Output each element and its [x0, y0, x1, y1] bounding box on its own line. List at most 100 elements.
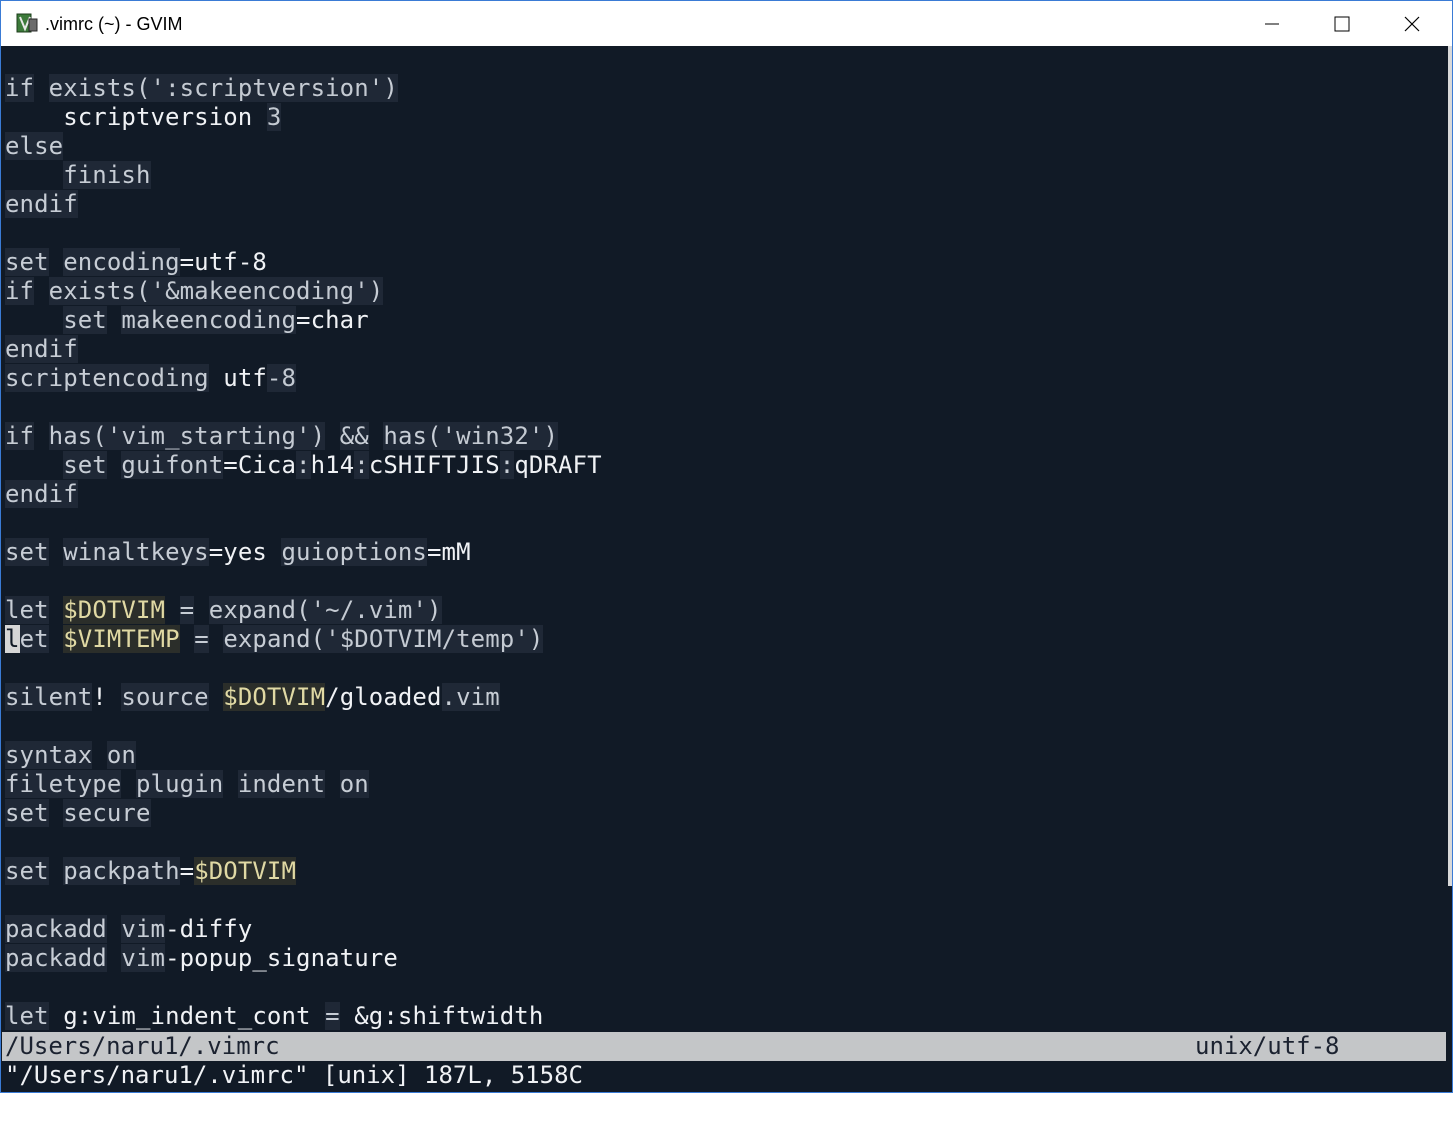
code-token: vim	[121, 944, 166, 972]
code-token: $DOTVIM	[194, 857, 297, 885]
window-title: .vimrc (~) - GVIM	[45, 14, 183, 34]
code-token: guioptions	[281, 538, 427, 566]
code-line[interactable]: set secure	[5, 799, 151, 828]
code-line[interactable]: endif	[5, 190, 78, 219]
code-token: '~/.vim'	[310, 596, 428, 624]
code-token: =utf-8	[179, 248, 267, 276]
code-token: set	[5, 538, 49, 566]
code-token: scriptversion	[63, 103, 253, 131]
code-token: source	[121, 683, 209, 711]
code-line[interactable]: set makeencoding=char	[5, 306, 369, 335]
command-line-message: "/Users/naru1/.vimrc" [unix] 187L, 5158C	[5, 1061, 583, 1089]
code-token: :	[499, 451, 515, 479]
code-token: =yes	[208, 538, 267, 566]
close-button[interactable]	[1377, 1, 1447, 46]
code-token: -popup_signature	[165, 944, 398, 972]
code-line[interactable]: let $DOTVIM = expand('~/.vim')	[5, 596, 442, 625]
code-line[interactable]: endif	[5, 480, 78, 509]
code-token: =Cica	[223, 451, 297, 479]
code-line[interactable]: set packpath=$DOTVIM	[5, 857, 297, 886]
status-file-path: /Users/naru1/.vimrc	[5, 1032, 280, 1060]
code-token: .vim	[441, 683, 500, 711]
code-token: encoding	[63, 248, 180, 276]
code-token: syntax	[5, 741, 93, 769]
code-line[interactable]: set guifont=Cica:h14:cSHIFTJIS:qDRAFT	[5, 451, 602, 480]
code-line[interactable]: let $VIMTEMP = expand('$DOTVIM/temp')	[5, 625, 544, 654]
code-token: :	[296, 451, 311, 479]
code-line[interactable]: silent! source $DOTVIM/gloaded.vim	[5, 683, 500, 712]
code-token: 'vim_starting'	[106, 422, 311, 450]
code-line[interactable]: syntax on	[5, 741, 136, 770]
code-token: on	[106, 741, 136, 769]
code-line[interactable]: endif	[5, 335, 78, 364]
code-token: )	[427, 596, 442, 624]
scrollbar-thumb[interactable]	[1448, 46, 1452, 886]
command-line[interactable]: "/Users/naru1/.vimrc" [unix] 187L, 5158C	[2, 1061, 1446, 1092]
code-token: finish	[63, 161, 151, 189]
vertical-scrollbar[interactable]	[1446, 46, 1452, 1092]
code-token: plugin	[135, 770, 224, 798]
code-token: 8	[281, 364, 297, 392]
code-token: g:vim_indent_cont	[63, 1002, 311, 1030]
code-line[interactable]: if exists('&makeencoding')	[5, 277, 384, 306]
code-token: silent	[5, 683, 93, 711]
code-token: )	[310, 422, 326, 450]
code-line[interactable]: filetype plugin indent on	[5, 770, 369, 799]
code-line[interactable]: if exists(':scriptversion')	[5, 74, 398, 103]
code-line[interactable]: else	[5, 132, 64, 161]
code-line[interactable]: set encoding=utf-8	[5, 248, 267, 277]
code-token: expand	[223, 625, 311, 653]
code-token: (	[92, 422, 107, 450]
status-line: /Users/naru1/.vimrc unix/utf-8	[2, 1032, 1446, 1061]
code-line[interactable]: packadd vim-popup_signature	[5, 944, 398, 973]
code-line[interactable]: finish	[5, 161, 151, 190]
code-token: has	[383, 422, 428, 450]
code-token: winaltkeys	[63, 538, 209, 566]
code-token: =	[179, 857, 195, 885]
status-file-encoding: unix/utf-8	[1195, 1032, 1340, 1060]
code-token: qDRAFT	[514, 451, 602, 479]
minimize-icon	[1265, 23, 1279, 24]
code-token: $DOTVIM	[223, 683, 326, 711]
code-token: '$DOTVIM/temp'	[325, 625, 529, 653]
code-line[interactable]: let g:vim_indent_cont = &g:shiftwidth	[5, 1002, 543, 1031]
code-line[interactable]: scriptversion 3	[5, 103, 282, 132]
code-line[interactable]: packadd vim-diffy	[5, 915, 252, 944]
maximize-button[interactable]	[1307, 1, 1377, 46]
code-line[interactable]: set winaltkeys=yes guioptions=mM	[5, 538, 471, 567]
code-line[interactable]: scriptencoding utf-8	[5, 364, 297, 393]
code-token: has	[48, 422, 93, 450]
editor-buffer[interactable]: if exists(':scriptversion') scriptversio…	[2, 46, 1446, 1032]
code-token: if	[5, 74, 35, 102]
code-token: )	[383, 74, 398, 102]
title-bar[interactable]: .vimrc (~) - GVIM	[1, 1, 1452, 46]
gvim-window: .vimrc (~) - GVIM if exists(':scriptvers…	[0, 0, 1453, 1093]
code-line[interactable]: if has('vim_starting') && has('win32')	[5, 422, 559, 451]
minimize-button[interactable]	[1237, 1, 1307, 46]
code-token: (	[135, 277, 151, 305]
code-token: set	[63, 306, 107, 334]
code-token: =	[325, 1002, 340, 1030]
code-token: !	[92, 683, 107, 711]
code-token: set	[63, 451, 107, 479]
